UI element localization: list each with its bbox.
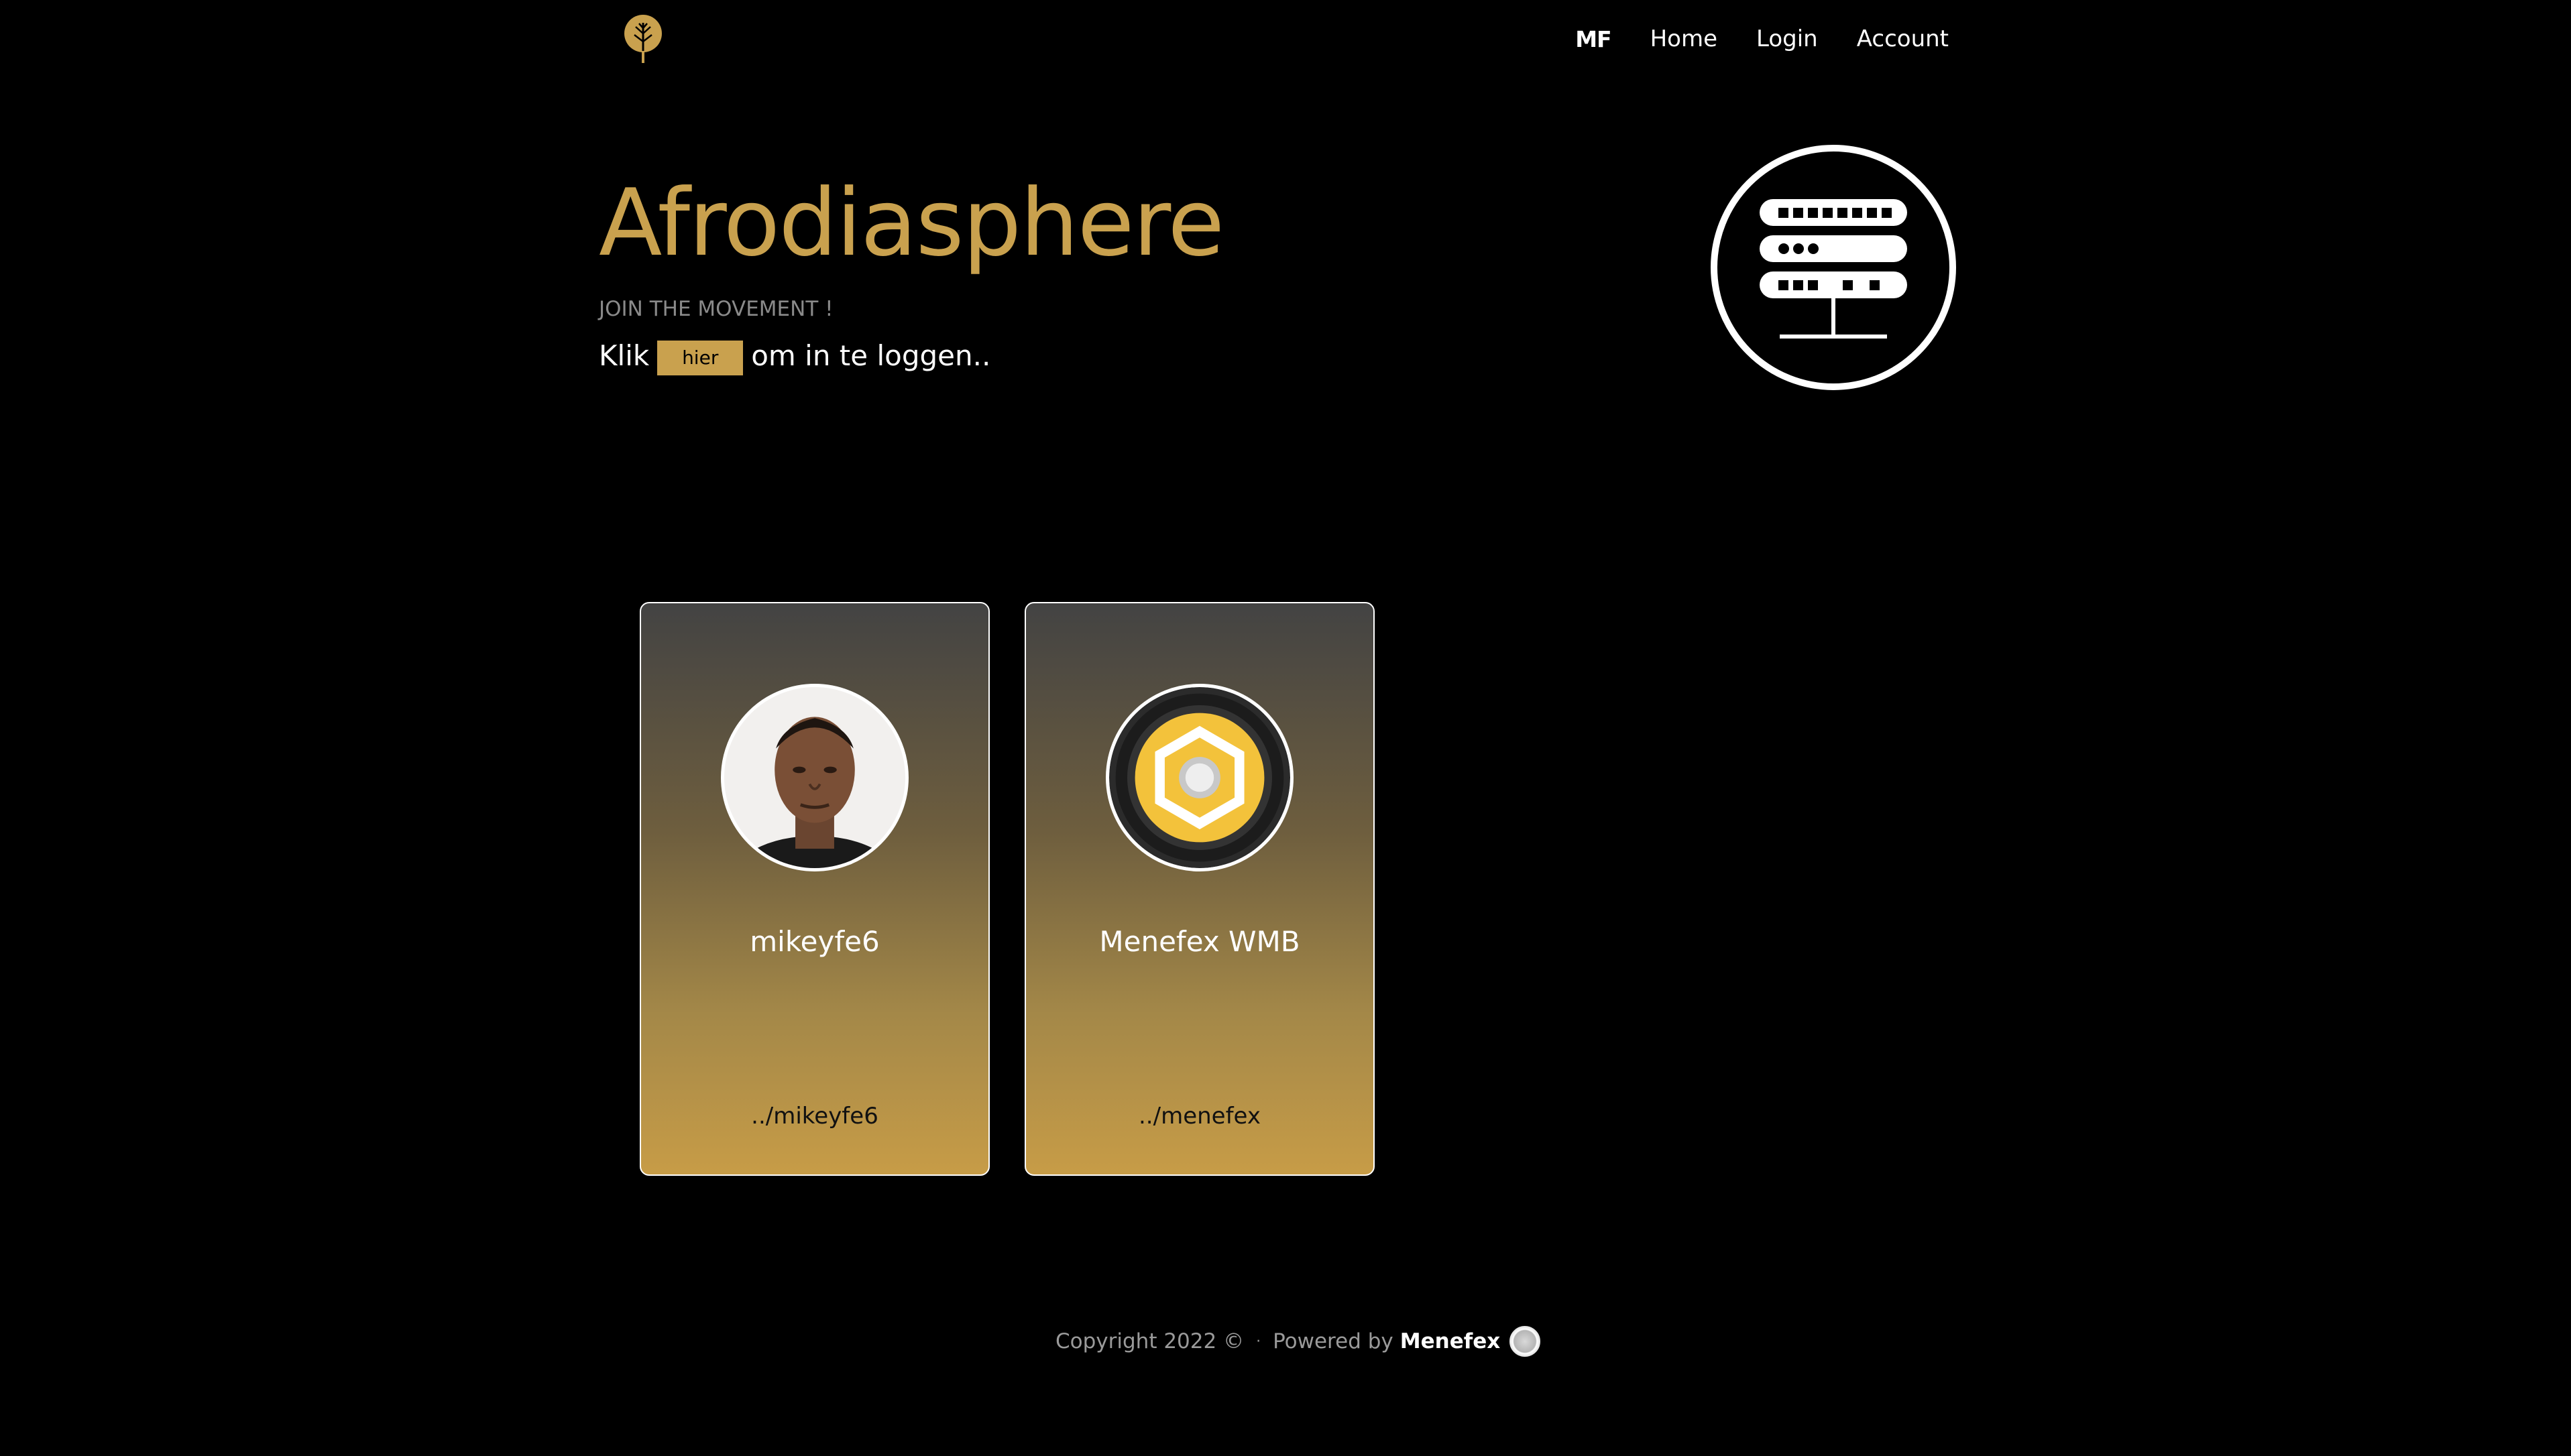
copyright-text: Copyright 2022 © — [1055, 1329, 1245, 1353]
nav-link-home[interactable]: Home — [1650, 25, 1717, 52]
login-prefix: Klik — [599, 339, 650, 372]
avatar — [721, 684, 909, 871]
login-here-button[interactable]: hier — [657, 341, 744, 375]
server-icon — [1709, 143, 1958, 392]
page-title: Afrodiasphere — [599, 169, 1224, 277]
nav-link-login[interactable]: Login — [1756, 25, 1818, 52]
card-name: Menefex WMB — [1099, 925, 1300, 958]
tree-logo-icon[interactable] — [622, 13, 664, 64]
nav-link-account[interactable]: Account — [1857, 25, 1949, 52]
footer-separator: · — [1256, 1333, 1261, 1350]
menefex-logo-icon[interactable] — [1509, 1326, 1541, 1357]
page: MF Home Login Account Afrodiasphere JOIN… — [0, 0, 2571, 1456]
main-nav: MF Home Login Account — [1575, 25, 1949, 52]
hero-subtitle: JOIN THE MOVEMENT ! — [599, 297, 834, 321]
profile-card-menefex[interactable]: Menefex WMB ../menefex — [1025, 602, 1375, 1176]
login-suffix: om in te loggen.. — [751, 339, 991, 372]
card-link[interactable]: ../mikeyfe6 — [641, 1103, 988, 1130]
footer: Copyright 2022 © · Powered by Menefex — [1055, 1326, 1541, 1357]
powered-by-text: Powered by — [1273, 1329, 1393, 1353]
nav-brand[interactable]: MF — [1575, 26, 1611, 52]
powered-by-brand[interactable]: Menefex — [1400, 1329, 1500, 1353]
card-name: mikeyfe6 — [750, 925, 880, 958]
avatar — [1106, 684, 1294, 871]
card-link[interactable]: ../menefex — [1026, 1103, 1373, 1130]
profile-card-mikeyfe6[interactable]: mikeyfe6 ../mikeyfe6 — [640, 602, 990, 1176]
login-prompt: Klik hier om in te loggen.. — [599, 335, 990, 375]
